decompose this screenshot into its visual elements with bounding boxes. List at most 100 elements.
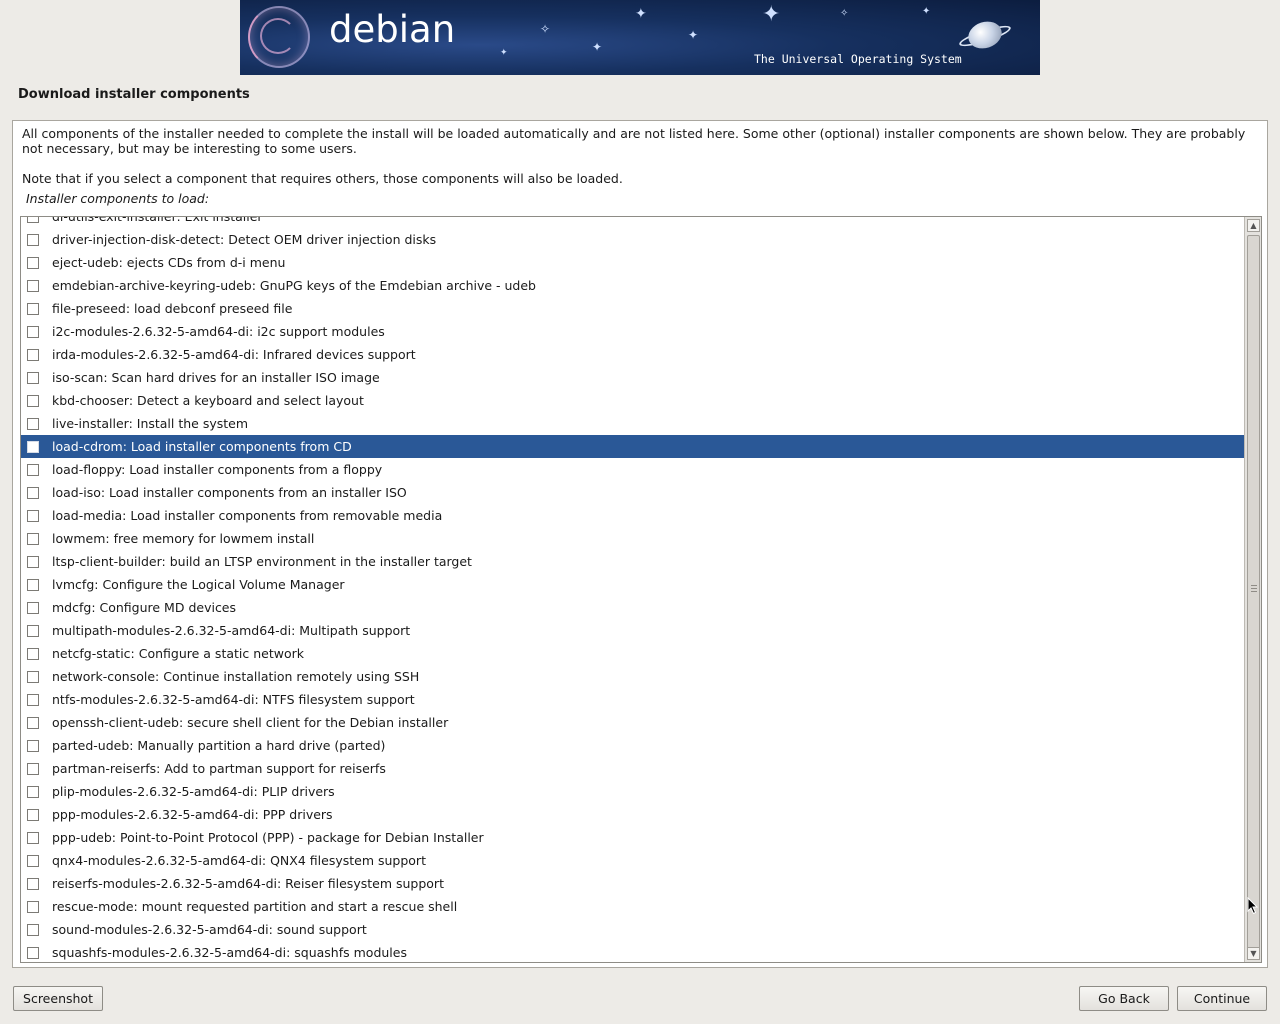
component-row[interactable]: sound-modules-2.6.32-5-amd64-di: sound s…: [21, 918, 1244, 941]
component-checkbox[interactable]: [27, 279, 39, 292]
continue-button[interactable]: Continue: [1177, 986, 1267, 1011]
component-checkbox[interactable]: [27, 808, 39, 821]
component-row[interactable]: rescue-mode: mount requested partition a…: [21, 895, 1244, 918]
component-label: load-floppy: Load installer components f…: [52, 462, 383, 477]
component-label: load-iso: Load installer components from…: [52, 485, 407, 500]
component-row[interactable]: ntfs-modules-2.6.32-5-amd64-di: NTFS fil…: [21, 688, 1244, 711]
component-row[interactable]: emdebian-archive-keyring-udeb: GnuPG key…: [21, 274, 1244, 297]
component-row[interactable]: i2c-modules-2.6.32-5-amd64-di: i2c suppo…: [21, 320, 1244, 343]
component-checkbox[interactable]: [27, 900, 39, 913]
component-checkbox[interactable]: [27, 624, 39, 637]
components-rows: di-utils-exit-installer: Exit installer d…: [21, 216, 1244, 962]
component-row[interactable]: reiserfs-modules-2.6.32-5-amd64-di: Reis…: [21, 872, 1244, 895]
component-row[interactable]: network-console: Continue installation r…: [21, 665, 1244, 688]
component-checkbox[interactable]: [27, 325, 39, 338]
component-checkbox[interactable]: [27, 440, 39, 453]
scrollbar-thumb[interactable]: [1247, 235, 1260, 957]
component-row[interactable]: kbd-chooser: Detect a keyboard and selec…: [21, 389, 1244, 412]
component-row[interactable]: di-utils-exit-installer: Exit installer: [21, 216, 1244, 228]
component-row[interactable]: plip-modules-2.6.32-5-amd64-di: PLIP dri…: [21, 780, 1244, 803]
component-row[interactable]: ppp-modules-2.6.32-5-amd64-di: PPP drive…: [21, 803, 1244, 826]
scroll-up-button[interactable]: ▲: [1247, 219, 1260, 232]
component-row[interactable]: iso-scan: Scan hard drives for an instal…: [21, 366, 1244, 389]
component-row[interactable]: load-media: Load installer components fr…: [21, 504, 1244, 527]
component-row[interactable]: partman-reiserfs: Add to partman support…: [21, 757, 1244, 780]
component-checkbox[interactable]: [27, 256, 39, 269]
component-row[interactable]: parted-udeb: Manually partition a hard d…: [21, 734, 1244, 757]
component-checkbox[interactable]: [27, 946, 39, 959]
component-checkbox[interactable]: [27, 417, 39, 430]
component-label: parted-udeb: Manually partition a hard d…: [52, 738, 386, 753]
component-checkbox[interactable]: [27, 555, 39, 568]
component-label: di-utils-exit-installer: Exit installer: [52, 216, 263, 224]
star-icon: ✦: [762, 2, 781, 27]
component-row[interactable]: mdcfg: Configure MD devices: [21, 596, 1244, 619]
component-checkbox[interactable]: [27, 854, 39, 867]
component-row[interactable]: ltsp-client-builder: build an LTSP envir…: [21, 550, 1244, 573]
star-icon: ✦: [500, 48, 508, 58]
component-row[interactable]: ppp-udeb: Point-to-Point Protocol (PPP) …: [21, 826, 1244, 849]
component-checkbox[interactable]: [27, 693, 39, 706]
component-label: ntfs-modules-2.6.32-5-amd64-di: NTFS fil…: [52, 692, 415, 707]
component-row[interactable]: lvmcfg: Configure the Logical Volume Man…: [21, 573, 1244, 596]
component-label: netcfg-static: Configure a static networ…: [52, 646, 304, 661]
component-checkbox[interactable]: [27, 486, 39, 499]
component-checkbox[interactable]: [27, 670, 39, 683]
component-row[interactable]: load-cdrom: Load installer components fr…: [21, 435, 1244, 458]
star-icon: ✦: [635, 6, 647, 22]
component-label: emdebian-archive-keyring-udeb: GnuPG key…: [52, 278, 536, 293]
component-label: lvmcfg: Configure the Logical Volume Man…: [52, 577, 345, 592]
component-row[interactable]: openssh-client-udeb: secure shell client…: [21, 711, 1244, 734]
component-row[interactable]: load-floppy: Load installer components f…: [21, 458, 1244, 481]
component-checkbox[interactable]: [27, 785, 39, 798]
component-checkbox[interactable]: [27, 877, 39, 890]
go-back-button[interactable]: Go Back: [1079, 986, 1169, 1011]
vertical-scrollbar[interactable]: ▲ ▼: [1244, 217, 1261, 962]
component-checkbox[interactable]: [27, 302, 39, 315]
component-label: network-console: Continue installation r…: [52, 669, 420, 684]
component-checkbox[interactable]: [27, 509, 39, 522]
component-checkbox[interactable]: [27, 348, 39, 361]
component-checkbox[interactable]: [27, 578, 39, 591]
component-label: irda-modules-2.6.32-5-amd64-di: Infrared…: [52, 347, 416, 362]
component-label: multipath-modules-2.6.32-5-amd64-di: Mul…: [52, 623, 411, 638]
component-checkbox[interactable]: [27, 394, 39, 407]
component-checkbox[interactable]: [27, 532, 39, 545]
component-checkbox[interactable]: [27, 716, 39, 729]
component-row[interactable]: multipath-modules-2.6.32-5-amd64-di: Mul…: [21, 619, 1244, 642]
component-row[interactable]: irda-modules-2.6.32-5-amd64-di: Infrared…: [21, 343, 1244, 366]
component-row[interactable]: qnx4-modules-2.6.32-5-amd64-di: QNX4 fil…: [21, 849, 1244, 872]
component-row[interactable]: squashfs-modules-2.6.32-5-amd64-di: squa…: [21, 941, 1244, 962]
component-checkbox[interactable]: [27, 463, 39, 476]
component-label: openssh-client-udeb: secure shell client…: [52, 715, 449, 730]
banner-tagline: The Universal Operating System: [754, 52, 962, 66]
component-label: ppp-modules-2.6.32-5-amd64-di: PPP drive…: [52, 807, 333, 822]
component-row[interactable]: file-preseed: load debconf preseed file: [21, 297, 1244, 320]
component-label: sound-modules-2.6.32-5-amd64-di: sound s…: [52, 922, 367, 937]
component-row[interactable]: lowmem: free memory for lowmem install: [21, 527, 1244, 550]
component-checkbox[interactable]: [27, 217, 39, 223]
description-text: All components of the installer needed t…: [22, 126, 1246, 156]
screenshot-button[interactable]: Screenshot: [13, 986, 103, 1011]
component-checkbox[interactable]: [27, 371, 39, 384]
component-row[interactable]: netcfg-static: Configure a static networ…: [21, 642, 1244, 665]
component-checkbox[interactable]: [27, 923, 39, 936]
component-label: partman-reiserfs: Add to partman support…: [52, 761, 386, 776]
component-checkbox[interactable]: [27, 601, 39, 614]
scroll-down-button[interactable]: ▼: [1247, 947, 1260, 960]
page-title: Download installer components: [18, 87, 250, 102]
star-icon: ✦: [922, 6, 931, 17]
mouse-cursor-icon: [1247, 897, 1259, 915]
component-checkbox[interactable]: [27, 762, 39, 775]
component-row[interactable]: eject-udeb: ejects CDs from d-i menu: [21, 251, 1244, 274]
component-label: load-media: Load installer components fr…: [52, 508, 443, 523]
component-row[interactable]: load-iso: Load installer components from…: [21, 481, 1244, 504]
component-checkbox[interactable]: [27, 831, 39, 844]
component-checkbox[interactable]: [27, 739, 39, 752]
components-list[interactable]: di-utils-exit-installer: Exit installer d…: [20, 216, 1262, 963]
component-checkbox[interactable]: [27, 233, 39, 246]
component-label: qnx4-modules-2.6.32-5-amd64-di: QNX4 fil…: [52, 853, 426, 868]
component-row[interactable]: live-installer: Install the system: [21, 412, 1244, 435]
component-row[interactable]: driver-injection-disk-detect: Detect OEM…: [21, 228, 1244, 251]
component-checkbox[interactable]: [27, 647, 39, 660]
